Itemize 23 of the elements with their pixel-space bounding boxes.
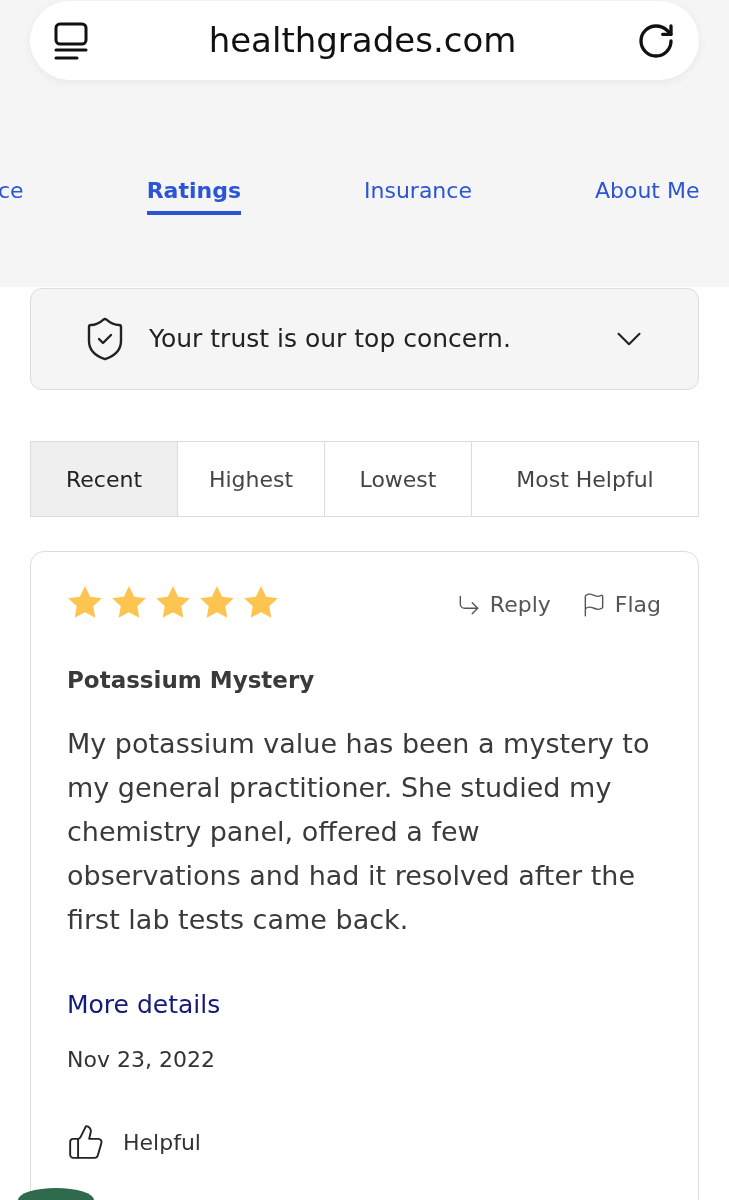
star-icon [155,585,191,620]
nav-tab[interactable]: ce [0,180,24,215]
trust-banner[interactable]: Your trust is our top concern. [30,288,699,390]
address-bar[interactable]: healthgrades.com [30,1,699,80]
star-icon [111,585,147,620]
url-text: healthgrades.com [207,22,518,59]
nav-tab[interactable]: Ratings [146,180,241,215]
reply-button[interactable]: Reply [455,588,551,621]
helpful-button[interactable]: Helpful [67,1123,201,1161]
trust-text: Your trust is our top concern. [149,323,512,356]
flag-button[interactable]: Flag [580,588,661,621]
thumbs-up-icon [67,1123,105,1161]
sort-tab[interactable]: Recent [31,442,178,516]
nav-tab[interactable]: Insurance [364,180,472,215]
review-title: Potassium Mystery [67,669,316,692]
review-body: My potassium value has been a mystery to my general practitioner. She studied my chemistry panel, offered a few observations and had it resolved after the first lab tests came back. [67,727,651,937]
star-icon [243,585,279,620]
star-icon [67,585,103,620]
nav-tab[interactable]: About Me [594,180,700,215]
review-date: Nov 23, 2022 [67,1049,216,1071]
tab-overview-icon[interactable] [53,21,89,60]
star-icon [199,585,235,620]
more-details-link[interactable]: More details [67,992,221,1017]
